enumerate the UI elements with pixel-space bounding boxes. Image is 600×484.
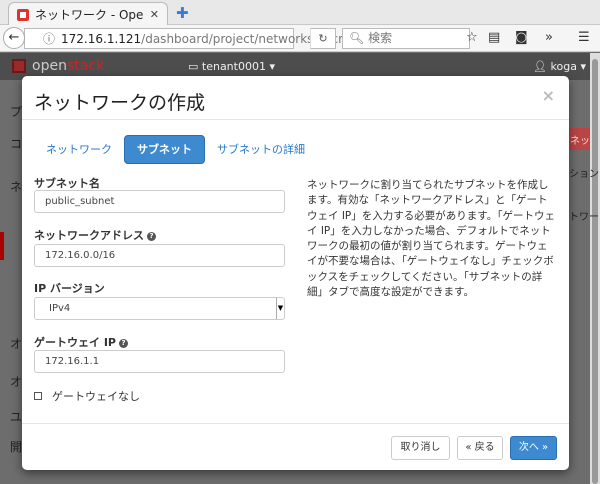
cancel-button[interactable]: 取り消し bbox=[391, 436, 450, 460]
next-button[interactable]: 次へ » bbox=[510, 436, 557, 460]
subnet-name-input[interactable]: public_subnet bbox=[34, 190, 285, 213]
bg-sidebar-fragment: ネ bbox=[10, 180, 23, 194]
divider bbox=[22, 423, 569, 424]
modal-title: ネットワークの作成 bbox=[34, 92, 206, 114]
divider bbox=[22, 119, 569, 120]
network-address-input[interactable]: 172.16.0.0/16 bbox=[34, 244, 285, 267]
help-icon[interactable]: ? bbox=[147, 232, 156, 241]
menu-icon[interactable]: ☰ bbox=[578, 30, 590, 45]
overflow-chevron-icon[interactable]: » bbox=[545, 30, 553, 45]
info-icon[interactable]: ⓘ bbox=[43, 30, 55, 47]
openstack-favicon-icon bbox=[17, 8, 29, 21]
no-gateway-label: ゲートウェイなし bbox=[52, 390, 140, 403]
bg-sidebar-fragment: プ bbox=[10, 105, 23, 119]
new-tab-icon[interactable]: ✚ bbox=[176, 4, 189, 22]
help-description: ネットワークに割り当てられたサブネットを作成します。有効な「ネットワークアドレス… bbox=[307, 179, 555, 299]
checkbox-icon[interactable] bbox=[34, 392, 42, 400]
bg-sidebar-fragment: オ bbox=[10, 375, 23, 389]
url-bar[interactable]: ⓘ 172.16.1.121/dashboard/project/network… bbox=[24, 28, 358, 49]
openstack-logo[interactable]: openstack bbox=[32, 58, 104, 74]
back-button[interactable]: « 戻る bbox=[457, 436, 503, 460]
url-host: 172.16.1.121 bbox=[61, 31, 142, 46]
tab-subnet[interactable]: サブネット bbox=[124, 135, 205, 164]
page-scrollbar[interactable] bbox=[590, 53, 600, 484]
no-gateway-checkbox[interactable]: ゲートウェイなし bbox=[34, 388, 140, 404]
network-address-label: ネットワークアドレス? bbox=[34, 227, 156, 243]
search-placeholder: 検索 bbox=[368, 31, 393, 45]
browser-nav-bar: ⓘ 172.16.1.121/dashboard/project/network… bbox=[0, 25, 600, 52]
gateway-ip-label: ゲートウェイ IP? bbox=[34, 334, 128, 350]
close-icon[interactable]: × bbox=[542, 86, 555, 105]
bookmark-star-icon[interactable]: ☆ bbox=[466, 30, 478, 45]
browser-tab-bar: ネットワーク - Open... ✕ ✚ bbox=[0, 0, 600, 26]
reload-icon[interactable]: ↻ bbox=[310, 28, 336, 49]
user-menu[interactable]: 👤︎ koga ▾ bbox=[533, 60, 586, 73]
tab-network[interactable]: ネットワーク bbox=[34, 135, 124, 164]
openstack-logo-icon bbox=[12, 59, 26, 73]
browser-tab[interactable]: ネットワーク - Open... ✕ bbox=[8, 2, 168, 26]
ip-version-label: IP バージョン bbox=[34, 282, 105, 295]
help-icon[interactable]: ? bbox=[118, 339, 128, 348]
bg-fragment: トワー bbox=[569, 212, 599, 223]
pocket-icon[interactable]: ◙ bbox=[515, 30, 528, 45]
bg-button-fragment: ネッ bbox=[570, 136, 590, 147]
tab-subnet-details[interactable]: サブネットの詳細 bbox=[205, 135, 317, 164]
bg-sidebar-fragment: ユ bbox=[10, 410, 23, 424]
create-network-modal: ネットワークの作成 × ネットワーク サブネット サブネットの詳細 サブネット名… bbox=[22, 76, 569, 470]
back-button[interactable]: ← bbox=[3, 27, 25, 49]
tab-close-icon[interactable]: ✕ bbox=[150, 8, 159, 21]
bg-fragment: ション bbox=[569, 169, 599, 180]
tab-title: ネットワーク - Open... bbox=[35, 8, 144, 22]
search-input[interactable]: 🔍︎ 検索 bbox=[342, 28, 470, 49]
wizard-tabs: ネットワーク サブネット サブネットの詳細 bbox=[34, 135, 317, 164]
subnet-name-label: サブネット名 bbox=[34, 177, 100, 190]
tenant-selector[interactable]: ▭ tenant0001 ▾ bbox=[188, 60, 275, 73]
chevron-down-icon: ▼ bbox=[276, 298, 284, 319]
bg-sidebar-fragment: コ bbox=[10, 137, 23, 151]
bg-sidebar-fragment: オ bbox=[10, 337, 23, 351]
bg-sidebar-fragment: 開 bbox=[10, 440, 23, 454]
ip-version-select[interactable]: IPv4 ▼ bbox=[34, 297, 285, 320]
reading-list-icon[interactable]: ▤ bbox=[488, 30, 500, 45]
gateway-ip-input[interactable]: 172.16.1.1 bbox=[34, 350, 285, 373]
